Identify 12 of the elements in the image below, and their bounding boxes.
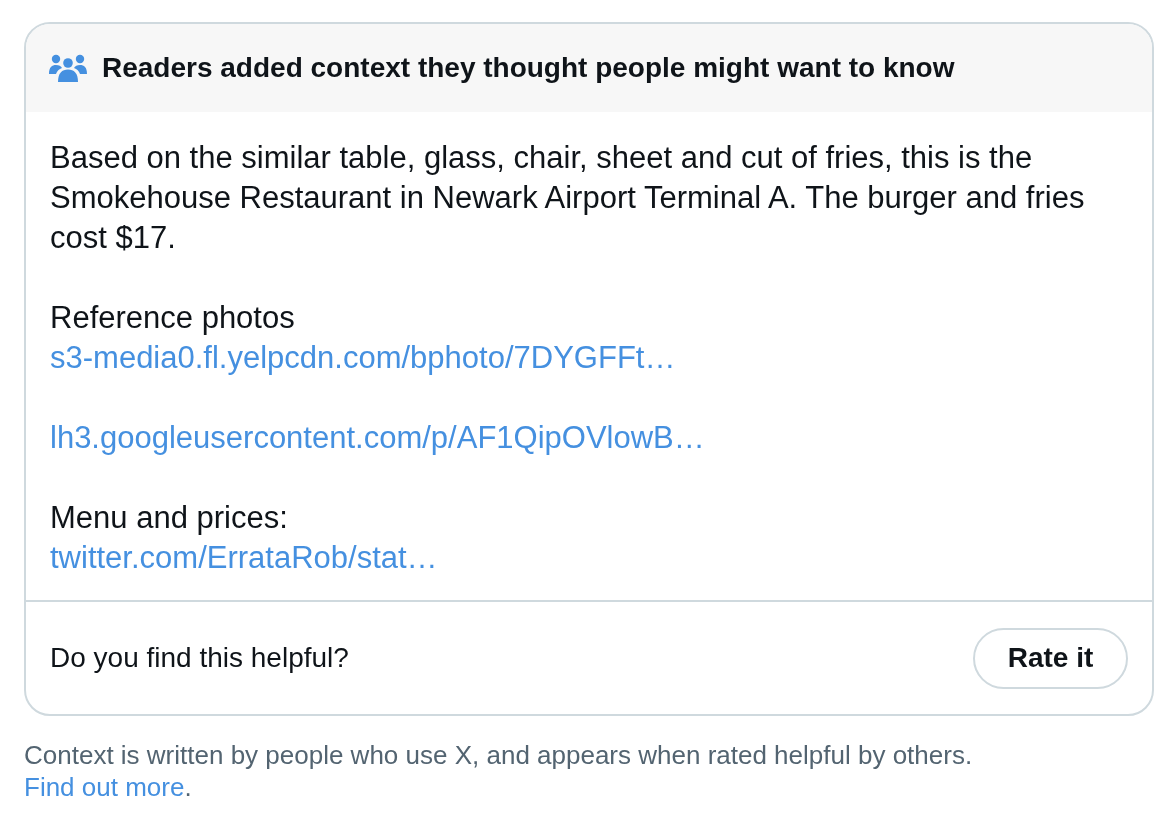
link[interactable]: s3-media0.fl.yelpcdn.com/bphoto/7DYGFFt… (50, 338, 676, 378)
link[interactable]: twitter.com/ErrataRob/stat… (50, 538, 438, 578)
rate-it-button[interactable]: Rate it (973, 627, 1128, 689)
people-icon (48, 54, 88, 82)
note-text: Based on the similar table, glass, chair, sheet and cut of fries, this is the Smokehouse Restaurant in Newark Airport Terminal A. The burger and fries cost $17. (50, 139, 1086, 257)
helpful-question: Do you find this helpful? (50, 641, 349, 675)
note-text: Menu and prices: (50, 499, 289, 537)
note-text: Reference photos (50, 299, 296, 337)
link[interactable]: lh3.googleusercontent.com/p/AF1QipOVlowB… (50, 418, 705, 458)
find-out-more-link[interactable]: Find out more (24, 772, 185, 802)
disclaimer-text: Context is written by people who use X, and appears when rated helpful by others. Find out more. (24, 739, 974, 803)
note-title: Readers added context they thought people might want to know (102, 51, 955, 85)
